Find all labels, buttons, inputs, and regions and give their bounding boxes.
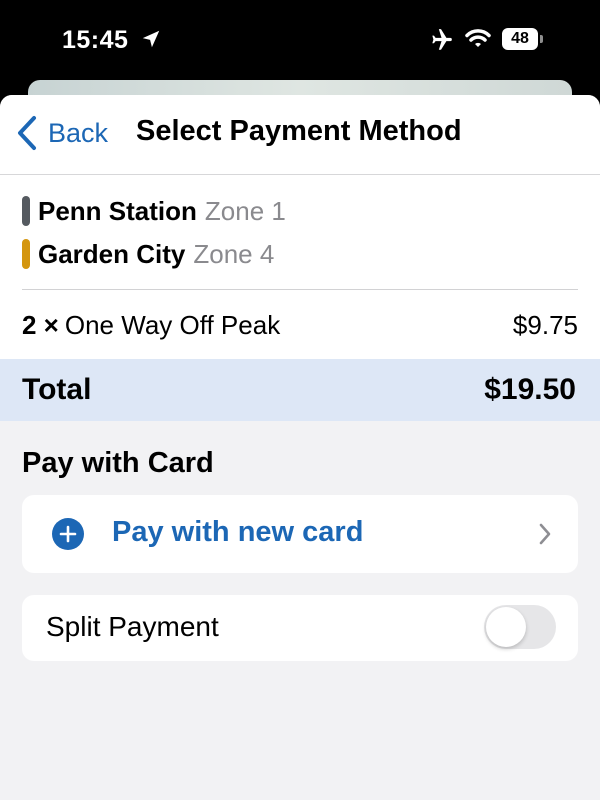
- fare-type: One Way Off Peak: [64, 309, 281, 340]
- add-circle-icon: [52, 518, 84, 550]
- destination-zone: Zone 4: [193, 238, 275, 269]
- toggle-knob: [486, 607, 526, 647]
- location-arrow-icon: [142, 30, 160, 48]
- split-payment-toggle[interactable]: [484, 605, 556, 649]
- origin-station-name: Penn Station: [38, 195, 197, 226]
- origin-line-color: [22, 196, 30, 226]
- pay-with-card-heading: Pay with Card: [22, 447, 214, 479]
- fare-price: $9.75: [512, 309, 578, 340]
- total-amount: $19.50: [484, 373, 576, 406]
- total-bar: Total $19.50: [0, 359, 600, 421]
- battery-tip: [540, 35, 543, 43]
- navigation-bar: Back Select Payment Method: [0, 95, 600, 175]
- split-payment-label: Split Payment: [46, 611, 219, 642]
- chevron-right-icon: [539, 523, 551, 545]
- fare-quantity: 2 ×: [22, 309, 59, 340]
- battery-level: 48: [502, 28, 538, 50]
- airplane-mode-icon: [432, 29, 452, 50]
- origin-station: Penn Station Zone 1: [22, 193, 286, 229]
- divider: [22, 289, 578, 290]
- fare-line: 2 × One Way Off Peak $9.75: [22, 307, 578, 343]
- split-payment-row: Split Payment: [22, 595, 578, 661]
- destination-line-color: [22, 239, 30, 269]
- chevron-left-icon: [18, 116, 36, 150]
- pay-with-new-card-button[interactable]: Pay with new card: [22, 495, 578, 573]
- back-label: Back: [48, 117, 109, 148]
- trip-summary: Penn Station Zone 1 Garden City Zone 4 2…: [0, 175, 600, 359]
- status-bar: 15:45 48: [0, 0, 600, 84]
- page-title: Select Payment Method: [136, 115, 462, 147]
- battery-icon: 48: [502, 28, 543, 50]
- fare-description: 2 × One Way Off Peak: [22, 310, 280, 341]
- origin-zone: Zone 1: [204, 195, 286, 226]
- payment-sheet: Back Select Payment Method Penn Station …: [0, 95, 600, 800]
- wifi-icon: [465, 29, 491, 47]
- total-label: Total: [22, 373, 92, 406]
- destination-station-name: Garden City: [38, 238, 186, 269]
- back-button[interactable]: Back: [16, 113, 108, 153]
- pay-with-new-card-label: Pay with new card: [112, 516, 364, 548]
- status-time: 15:45: [62, 26, 129, 54]
- destination-station: Garden City Zone 4: [22, 236, 274, 272]
